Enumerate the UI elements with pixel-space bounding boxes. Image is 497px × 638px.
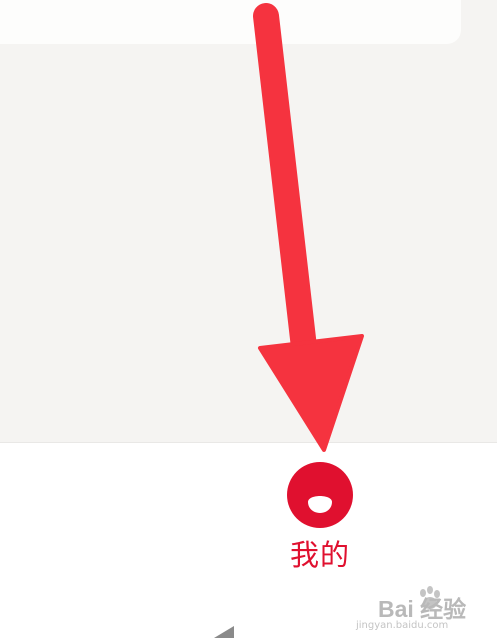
phone-screen: 我的 Bai 经验 jingyan.baidu.com <box>0 0 497 638</box>
top-card[interactable] <box>0 0 461 44</box>
content-area <box>0 0 497 442</box>
watermark-text: Bai 经验 <box>378 596 467 622</box>
watermark-url: jingyan.baidu.com <box>356 620 449 631</box>
back-triangle-icon <box>214 626 234 638</box>
tab-me-label: 我的 <box>289 538 350 572</box>
tab-me[interactable]: 我的 <box>278 456 362 582</box>
smiley-face-icon <box>287 462 353 528</box>
